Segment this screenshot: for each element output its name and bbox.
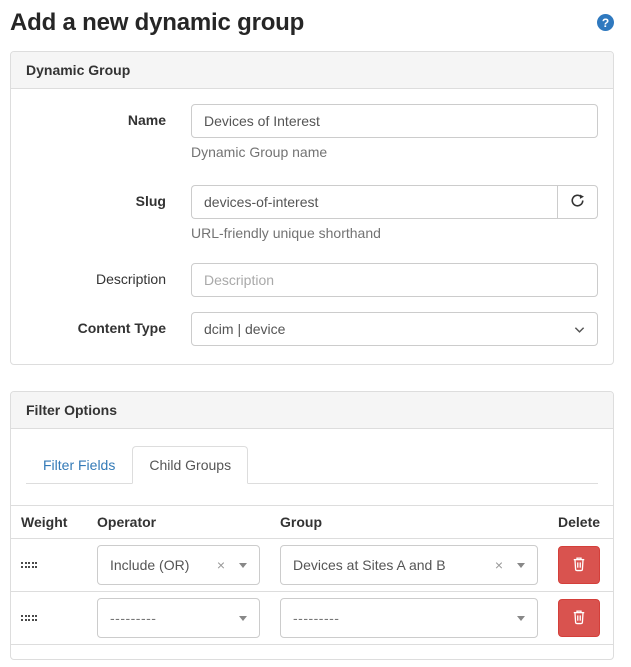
dynamic-group-panel-body: Name Dynamic Group name Slug bbox=[11, 89, 613, 364]
delete-row-button[interactable] bbox=[558, 599, 600, 637]
dropdown-arrow-icon bbox=[517, 616, 525, 621]
filter-options-panel-title: Filter Options bbox=[11, 392, 613, 429]
slug-help-text: URL-friendly unique shorthand bbox=[191, 225, 598, 241]
trash-icon bbox=[572, 609, 586, 628]
filter-tabs: Filter Fields Child Groups bbox=[26, 446, 598, 484]
page-title: Add a new dynamic group bbox=[10, 9, 597, 37]
child-group-row: Include (OR) × Devices at Sites A and B … bbox=[11, 539, 613, 592]
table-header-row: Weight Operator Group Delete bbox=[11, 506, 613, 539]
name-input[interactable] bbox=[191, 104, 598, 138]
delete-row-button[interactable] bbox=[558, 546, 600, 584]
content-type-value: dcim | device bbox=[204, 321, 574, 337]
chevron-down-icon bbox=[574, 321, 585, 337]
description-field-row: Description bbox=[26, 263, 598, 297]
weight-column-header: Weight bbox=[11, 506, 87, 539]
dropdown-arrow-icon bbox=[239, 616, 247, 621]
trash-icon bbox=[572, 556, 586, 575]
dropdown-arrow-icon bbox=[517, 563, 525, 568]
dropdown-arrow-icon bbox=[239, 563, 247, 568]
delete-column-header: Delete bbox=[548, 506, 613, 539]
filter-options-panel: Filter Options Filter Fields Child Group… bbox=[10, 391, 614, 660]
name-field-row: Name Dynamic Group name bbox=[26, 104, 598, 170]
child-groups-table: Weight Operator Group Delete bbox=[11, 505, 613, 645]
dynamic-group-panel-title: Dynamic Group bbox=[11, 52, 613, 89]
operator-value: --------- bbox=[110, 610, 239, 626]
filter-tabs-area: Filter Fields Child Groups bbox=[11, 429, 613, 484]
operator-select[interactable]: --------- bbox=[97, 598, 260, 638]
operator-select[interactable]: Include (OR) × bbox=[97, 545, 260, 585]
clear-selection-icon[interactable]: × bbox=[217, 557, 225, 573]
drag-handle-icon[interactable] bbox=[21, 615, 37, 621]
slug-input[interactable] bbox=[191, 185, 557, 219]
help-icon[interactable]: ? bbox=[597, 14, 614, 31]
drag-handle-icon[interactable] bbox=[21, 562, 37, 568]
regenerate-slug-button[interactable] bbox=[557, 185, 598, 219]
content-type-label: Content Type bbox=[26, 312, 191, 346]
content-type-field-row: Content Type dcim | device bbox=[26, 312, 598, 346]
page-header: Add a new dynamic group ? bbox=[10, 9, 614, 37]
refresh-icon bbox=[570, 193, 585, 211]
clear-selection-icon[interactable]: × bbox=[495, 557, 503, 573]
tab-filter-fields[interactable]: Filter Fields bbox=[26, 446, 132, 484]
description-label: Description bbox=[26, 263, 191, 297]
group-value: Devices at Sites A and B bbox=[293, 557, 487, 573]
name-help-text: Dynamic Group name bbox=[191, 144, 598, 160]
content-type-select[interactable]: dcim | device bbox=[191, 312, 598, 346]
group-column-header: Group bbox=[270, 506, 548, 539]
description-input[interactable] bbox=[191, 263, 598, 297]
group-value: --------- bbox=[293, 610, 517, 626]
name-label: Name bbox=[26, 104, 191, 170]
tab-child-groups[interactable]: Child Groups bbox=[132, 446, 248, 484]
slug-label: Slug bbox=[26, 185, 191, 241]
operator-column-header: Operator bbox=[87, 506, 270, 539]
operator-value: Include (OR) bbox=[110, 557, 209, 573]
group-select[interactable]: --------- bbox=[280, 598, 538, 638]
dynamic-group-panel: Dynamic Group Name Dynamic Group name Sl… bbox=[10, 51, 614, 365]
child-group-row: --------- --------- bbox=[11, 592, 613, 645]
page: Add a new dynamic group ? Dynamic Group … bbox=[10, 9, 614, 660]
slug-field-row: Slug URL-friendly bbox=[26, 185, 598, 241]
group-select[interactable]: Devices at Sites A and B × bbox=[280, 545, 538, 585]
